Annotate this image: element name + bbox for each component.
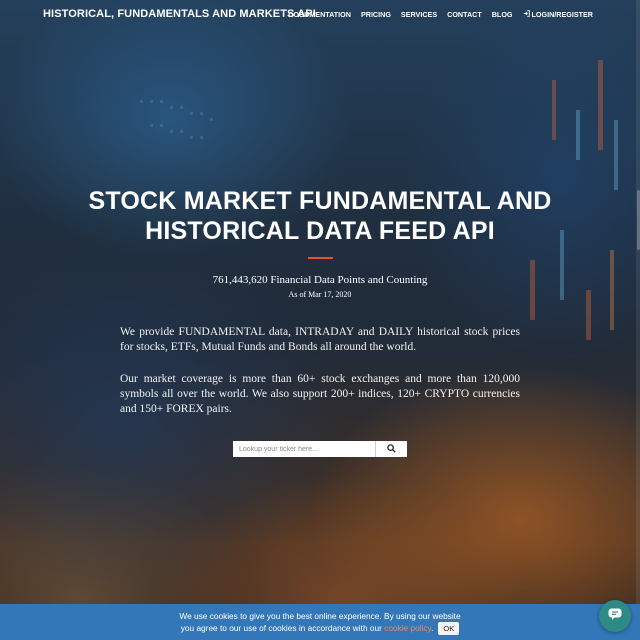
nav-link-contact[interactable]: CONTACT (447, 10, 482, 19)
brand-logo-text[interactable]: HISTORICAL, FUNDAMENTALS AND MARKETS API (43, 8, 316, 20)
chat-icon (608, 607, 622, 625)
sign-in-icon (523, 10, 530, 19)
page-scrollbar[interactable] (636, 0, 640, 604)
hero-title-line2: HISTORICAL DATA FEED API (145, 217, 495, 245)
hero-title-line1: STOCK MARKET FUNDAMENTAL AND (88, 187, 552, 215)
login-label: LOGIN/REGISTER (531, 10, 594, 19)
nav-link-blog[interactable]: BLOG (492, 10, 513, 19)
nav-links: DOCUMENTATION PRICING SERVICES CONTACT B… (288, 10, 593, 19)
nav-link-documentation[interactable]: DOCUMENTATION (288, 10, 351, 19)
cookie-message-line2-text: you agree to our use of cookies in accor… (180, 623, 385, 633)
ticker-search-input[interactable] (233, 441, 375, 457)
cookie-policy-link[interactable]: cookie policy (384, 623, 431, 633)
hero-title: STOCK MARKET FUNDAMENTAL AND HISTORICAL … (40, 186, 600, 246)
nav-link-login[interactable]: LOGIN/REGISTER (523, 10, 594, 19)
ticker-search (233, 441, 407, 457)
nav-link-pricing[interactable]: PRICING (361, 10, 391, 19)
cookie-message-period: . (431, 623, 434, 633)
hero-overlay (0, 0, 640, 640)
cookie-message-line1: We use cookies to give you the best onli… (179, 611, 461, 621)
data-points-counter: 761,443,620 Financial Data Points and Co… (212, 274, 428, 286)
description-paragraph-2: Our market coverage is more than 60+ sto… (120, 373, 520, 415)
data-points-date: As of Mar 17, 2020 (288, 290, 352, 299)
search-icon (387, 440, 396, 458)
cookie-message-line2: you agree to our use of cookies in accor… (0, 622, 640, 635)
chat-widget-button[interactable] (599, 600, 631, 632)
top-navbar: HISTORICAL, FUNDAMENTALS AND MARKETS API… (0, 0, 640, 28)
title-divider (308, 257, 333, 259)
cookie-consent-bar: We use cookies to give you the best onli… (0, 604, 640, 640)
cookie-ok-button[interactable]: OK (438, 622, 460, 635)
description-paragraph-1: We provide FUNDAMENTAL data, INTRADAY an… (120, 326, 520, 353)
cookie-message: We use cookies to give you the best onli… (0, 610, 640, 635)
ticker-search-button[interactable] (375, 441, 407, 457)
nav-link-services[interactable]: SERVICES (401, 10, 437, 19)
